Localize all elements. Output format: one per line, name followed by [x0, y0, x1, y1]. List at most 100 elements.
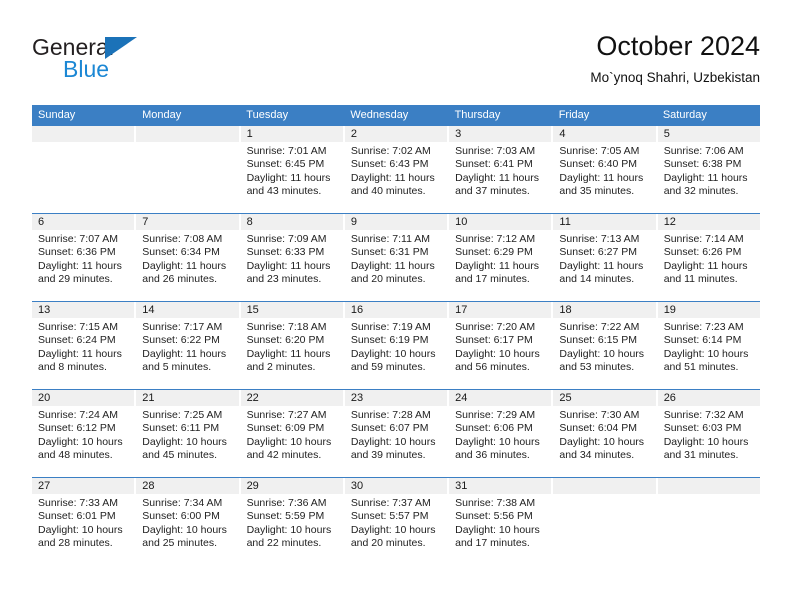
daylight-text-line2: and 45 minutes.	[142, 448, 217, 461]
calendar-grid: Sunday Monday Tuesday Wednesday Thursday…	[32, 105, 760, 565]
daylight-text-line2: and 20 minutes.	[350, 272, 426, 285]
day-number: 1	[240, 126, 343, 142]
day-cell[interactable]: 20 Sunrise: 7:24 AM Sunset: 6:12 PM Dayl…	[32, 390, 137, 477]
day-cell[interactable]: 22 Sunrise: 7:27 AM Sunset: 6:09 PM Dayl…	[240, 390, 345, 477]
sunrise-text: Sunrise: 7:28 AM	[350, 409, 431, 421]
day-cell[interactable]: 15 Sunrise: 7:18 AM Sunset: 6:20 PM Dayl…	[240, 302, 345, 389]
day-cell[interactable]: 9 Sunrise: 7:11 AM Sunset: 6:31 PM Dayli…	[344, 214, 450, 301]
sunrise-text: Sunrise: 7:29 AM	[455, 409, 536, 421]
day-cell[interactable]: 31 Sunrise: 7:38 AM Sunset: 5:56 PM Dayl…	[449, 478, 554, 565]
day-cell[interactable]: 26 Sunrise: 7:32 AM Sunset: 6:03 PM Dayl…	[657, 390, 760, 477]
day-cell[interactable]: 7 Sunrise: 7:08 AM Sunset: 6:34 PM Dayli…	[136, 214, 241, 301]
day-cell[interactable]: 2 Sunrise: 7:02 AM Sunset: 6:43 PM Dayli…	[344, 126, 450, 213]
sunrise-text: Sunrise: 7:33 AM	[38, 497, 118, 509]
day-cell[interactable]: 23 Sunrise: 7:28 AM Sunset: 6:07 PM Dayl…	[344, 390, 450, 477]
daylight-text-line1: Daylight: 11 hours	[38, 259, 122, 272]
sunrise-text: Sunrise: 7:22 AM	[559, 321, 640, 333]
sunrise-text: Sunrise: 7:37 AM	[350, 497, 431, 509]
daylight-text-line2: and 5 minutes.	[142, 360, 212, 373]
day-details: Sunrise: 7:03 AM Sunset: 6:41 PM Dayligh…	[449, 142, 551, 198]
sunrise-text: Sunrise: 7:11 AM	[350, 233, 431, 245]
day-details: Sunrise: 7:25 AM Sunset: 6:11 PM Dayligh…	[136, 406, 238, 462]
sunrise-text: Sunrise: 7:25 AM	[142, 409, 223, 421]
day-cell[interactable]: 13 Sunrise: 7:15 AM Sunset: 6:24 PM Dayl…	[32, 302, 137, 389]
daylight-text-line1: Daylight: 10 hours	[663, 435, 749, 448]
day-cell[interactable]	[553, 478, 658, 565]
day-cell[interactable]: 12 Sunrise: 7:14 AM Sunset: 6:26 PM Dayl…	[657, 214, 760, 301]
day-cell[interactable]: 14 Sunrise: 7:17 AM Sunset: 6:22 PM Dayl…	[136, 302, 241, 389]
day-cell[interactable]: 6 Sunrise: 7:07 AM Sunset: 6:36 PM Dayli…	[32, 214, 137, 301]
day-cell[interactable]: 5 Sunrise: 7:06 AM Sunset: 6:38 PM Dayli…	[657, 126, 760, 213]
daylight-text-line1: Daylight: 10 hours	[142, 435, 227, 448]
sunset-text: Sunset: 6:40 PM	[559, 158, 638, 171]
daylight-text-line1: Daylight: 10 hours	[559, 435, 645, 448]
day-cell[interactable]: 25 Sunrise: 7:30 AM Sunset: 6:04 PM Dayl…	[553, 390, 658, 477]
sunrise-text: Sunrise: 7:08 AM	[142, 233, 223, 245]
day-cell[interactable]: 4 Sunrise: 7:05 AM Sunset: 6:40 PM Dayli…	[553, 126, 658, 213]
daylight-text-line2: and 31 minutes.	[663, 448, 739, 461]
day-cell[interactable]	[657, 478, 760, 565]
day-details: Sunrise: 7:08 AM Sunset: 6:34 PM Dayligh…	[136, 230, 238, 286]
day-number	[32, 126, 135, 142]
day-cell[interactable]: 27 Sunrise: 7:33 AM Sunset: 6:01 PM Dayl…	[32, 478, 137, 565]
day-cell[interactable]: 30 Sunrise: 7:37 AM Sunset: 5:57 PM Dayl…	[344, 478, 450, 565]
day-cell[interactable]: 18 Sunrise: 7:22 AM Sunset: 6:15 PM Dayl…	[553, 302, 658, 389]
day-cell[interactable]	[32, 126, 137, 213]
sunset-text: Sunset: 6:29 PM	[455, 246, 533, 259]
day-details: Sunrise: 7:37 AM Sunset: 5:57 PM Dayligh…	[345, 494, 447, 550]
day-cell[interactable]: 16 Sunrise: 7:19 AM Sunset: 6:19 PM Dayl…	[344, 302, 450, 389]
daylight-text-line1: Daylight: 10 hours	[38, 435, 123, 448]
day-cell[interactable]: 29 Sunrise: 7:36 AM Sunset: 5:59 PM Dayl…	[240, 478, 345, 565]
day-number: 28	[136, 478, 239, 494]
daylight-text-line1: Daylight: 11 hours	[455, 171, 539, 184]
day-number: 10	[449, 214, 552, 230]
daylight-text-line2: and 8 minutes.	[38, 360, 107, 373]
day-number: 20	[32, 390, 135, 406]
day-details	[658, 494, 760, 497]
day-number: 6	[32, 214, 135, 230]
sunrise-text: Sunrise: 7:13 AM	[559, 233, 640, 245]
day-cell[interactable]: 21 Sunrise: 7:25 AM Sunset: 6:11 PM Dayl…	[136, 390, 241, 477]
logo-text-blue: Blue	[63, 56, 110, 82]
day-details: Sunrise: 7:36 AM Sunset: 5:59 PM Dayligh…	[241, 494, 343, 550]
day-cell[interactable]: 11 Sunrise: 7:13 AM Sunset: 6:27 PM Dayl…	[553, 214, 658, 301]
sunset-text: Sunset: 6:01 PM	[38, 510, 116, 523]
day-cell[interactable]: 28 Sunrise: 7:34 AM Sunset: 6:00 PM Dayl…	[136, 478, 241, 565]
sunset-text: Sunset: 6:36 PM	[38, 246, 116, 259]
day-cell[interactable]: 3 Sunrise: 7:03 AM Sunset: 6:41 PM Dayli…	[449, 126, 554, 213]
day-cell[interactable]: 10 Sunrise: 7:12 AM Sunset: 6:29 PM Dayl…	[449, 214, 554, 301]
day-number: 26	[657, 390, 760, 406]
day-cell[interactable]: 24 Sunrise: 7:29 AM Sunset: 6:06 PM Dayl…	[449, 390, 554, 477]
sunrise-text: Sunrise: 7:06 AM	[663, 145, 744, 157]
day-number: 13	[32, 302, 135, 318]
day-cell[interactable]: 8 Sunrise: 7:09 AM Sunset: 6:33 PM Dayli…	[240, 214, 345, 301]
daylight-text-line1: Daylight: 10 hours	[246, 523, 332, 536]
sunrise-text: Sunrise: 7:27 AM	[246, 409, 327, 421]
day-number: 2	[344, 126, 448, 142]
daylight-text-line2: and 32 minutes.	[663, 184, 739, 197]
week-row: 20 Sunrise: 7:24 AM Sunset: 6:12 PM Dayl…	[32, 389, 760, 477]
daylight-text-line2: and 51 minutes.	[663, 360, 739, 373]
day-cell[interactable]: 17 Sunrise: 7:20 AM Sunset: 6:17 PM Dayl…	[449, 302, 554, 389]
day-cell[interactable]: 1 Sunrise: 7:01 AM Sunset: 6:45 PM Dayli…	[240, 126, 345, 213]
sunset-text: Sunset: 6:00 PM	[142, 510, 220, 523]
daylight-text-line2: and 25 minutes.	[142, 536, 217, 549]
weekday-header-row: Sunday Monday Tuesday Wednesday Thursday…	[32, 105, 760, 125]
day-details: Sunrise: 7:29 AM Sunset: 6:06 PM Dayligh…	[449, 406, 551, 462]
daylight-text-line1: Daylight: 11 hours	[559, 171, 644, 184]
weekday-header-wednesday: Wednesday	[344, 105, 449, 125]
daylight-text-line2: and 36 minutes.	[455, 448, 530, 461]
daylight-text-line1: Daylight: 10 hours	[350, 435, 436, 448]
day-cell[interactable]	[136, 126, 241, 213]
sunrise-text: Sunrise: 7:01 AM	[246, 145, 327, 157]
sunset-text: Sunset: 6:15 PM	[559, 334, 638, 347]
week-row: 6 Sunrise: 7:07 AM Sunset: 6:36 PM Dayli…	[32, 213, 760, 301]
day-details: Sunrise: 7:22 AM Sunset: 6:15 PM Dayligh…	[553, 318, 655, 374]
day-cell[interactable]: 19 Sunrise: 7:23 AM Sunset: 6:14 PM Dayl…	[657, 302, 760, 389]
daylight-text-line2: and 22 minutes.	[246, 536, 322, 549]
day-details: Sunrise: 7:24 AM Sunset: 6:12 PM Dayligh…	[32, 406, 134, 462]
general-blue-logo[interactable]: General Blue	[32, 34, 232, 90]
daylight-text-line1: Daylight: 11 hours	[142, 347, 227, 360]
day-number	[657, 478, 760, 494]
sunset-text: Sunset: 5:57 PM	[350, 510, 429, 523]
